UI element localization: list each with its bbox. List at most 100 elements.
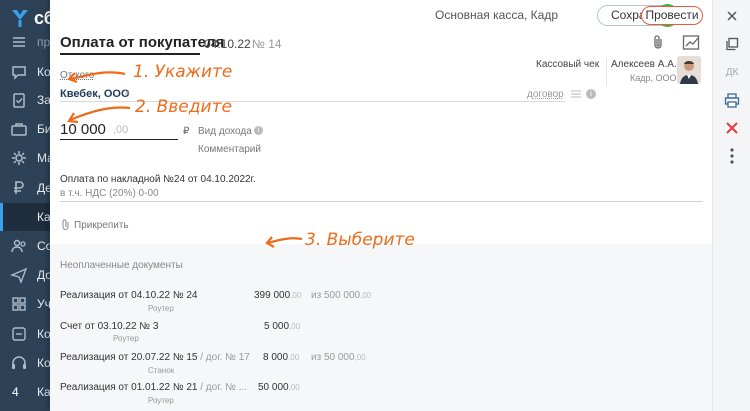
briefcase-icon (11, 123, 27, 136)
document-name[interactable]: Счет от 03.10.22 № 3 (60, 321, 158, 332)
document-total: из 50 000,00 (311, 352, 366, 363)
close-button[interactable] (721, 5, 743, 27)
report-icon[interactable] (682, 33, 700, 51)
sidebar-item-label: Ко (37, 356, 50, 370)
document-item: Роутер (148, 396, 174, 405)
document-sum[interactable]: 5 000,00 (264, 321, 300, 332)
copy-button[interactable] (721, 33, 743, 55)
close-icon (727, 11, 737, 21)
page-title: Оплата от покупателя (60, 34, 225, 51)
contract-link[interactable]: договор (527, 89, 564, 100)
sidebar-item-cash[interactable]: Ка (0, 203, 50, 231)
divider (606, 58, 607, 86)
total-decimals: ,00 (354, 353, 366, 362)
sidebar-item-business[interactable]: Би (0, 115, 50, 143)
gear-icon (12, 151, 26, 165)
attachment-icon[interactable] (651, 34, 665, 50)
sidebar-item-label: Ка (37, 210, 50, 224)
more-button[interactable] (721, 145, 743, 167)
copy-icon (726, 37, 739, 51)
delete-icon (726, 122, 738, 134)
sidebar-item-production[interactable]: Ма (0, 144, 50, 172)
sidebar-item-staff[interactable]: Со (0, 232, 50, 260)
sidebar-item-menu[interactable]: пр (0, 28, 50, 56)
sum-value: 50 000 (258, 382, 289, 393)
document-total: из 500 000,00 (311, 290, 371, 301)
amount-field-line (60, 139, 178, 140)
sidebar-item-counterparties[interactable]: Ко (0, 320, 50, 348)
document-sum[interactable]: 50 000,00 (258, 382, 300, 393)
print-button[interactable] (721, 89, 743, 111)
info-icon[interactable]: i (586, 89, 596, 99)
sidebar-item-extra[interactable]: Ка (0, 378, 50, 406)
sidebar-item-tasks[interactable]: За (0, 86, 50, 114)
responsible-org: Кадр, ООО (630, 73, 677, 83)
paperclip-icon[interactable] (61, 219, 70, 231)
send-icon (10, 267, 28, 284)
document-sum[interactable]: 399 000,00 (254, 290, 301, 301)
annotation-step-3: 3. Выберите (305, 230, 415, 250)
total-decimals: ,00 (360, 291, 372, 300)
list-icon[interactable] (571, 90, 581, 98)
dk-button[interactable]: ДК (721, 61, 743, 83)
receipt-label[interactable]: Кассовый чек (536, 59, 599, 70)
document-name[interactable]: Реализация от 04.10.22 № 24 (60, 290, 197, 301)
contractor-value[interactable]: Квебек, ООО (60, 88, 130, 100)
printer-icon (724, 92, 740, 108)
document-item: Роутер (148, 304, 174, 313)
sidebar-item-label: Уч (37, 297, 50, 311)
post-button[interactable]: Провести (641, 6, 703, 25)
sum-value: 5 000 (264, 321, 290, 332)
document-sum[interactable]: 8 000,00 (263, 352, 299, 363)
chat-icon (12, 66, 26, 80)
sum-decimals: ,00 (289, 322, 301, 331)
sum-decimals: ,00 (288, 383, 300, 392)
clear-contractor-icon[interactable]: × (124, 87, 130, 99)
delete-button[interactable] (721, 117, 743, 139)
document-title: Реализация от 04.10.22 № 24 (60, 290, 198, 301)
sidebar-item-docs[interactable]: До (0, 261, 50, 289)
sidebar-item-money[interactable]: Де (0, 174, 50, 202)
notification-badge: 4 (12, 385, 19, 399)
document-name[interactable]: Реализация от 01.01.22 № 21 / дог. № ... (60, 382, 247, 393)
annotation-arrow-1 (67, 71, 126, 84)
cash-desk-label[interactable]: Основная касса, Кадр (435, 8, 558, 22)
sum-decimals: ,00 (288, 353, 300, 362)
vat-text[interactable]: в т.ч. НДС (20%) 0-00 (60, 188, 159, 199)
responsible-name[interactable]: Алексеев А.А. (611, 59, 677, 70)
income-type-field[interactable]: Вид дохода (198, 126, 252, 137)
sidebar-item-label: Ко (37, 65, 50, 79)
total-value: из 500 000 (311, 290, 361, 301)
sidebar-item-label: Со (37, 239, 50, 253)
document-title: Реализация от 01.01.22 № 21 (60, 382, 198, 393)
document-date[interactable]: 04.10.22 (204, 37, 251, 51)
total-value: из 50 000 (311, 352, 355, 363)
sidebar-item-label: Де (37, 181, 50, 195)
right-toolbar: ДК (712, 0, 750, 411)
annotation-arrow-3 (265, 236, 303, 248)
title-underline (60, 53, 200, 55)
sidebar-item-label: За (37, 93, 50, 107)
sidebar-item-label: Ко (37, 327, 50, 341)
sidebar-item-label: Ма (37, 151, 50, 165)
more-vertical-icon (730, 148, 734, 164)
attach-link[interactable]: Прикрепить (74, 220, 129, 231)
document-number[interactable]: № 14 (252, 37, 282, 51)
sum-value: 399 000 (254, 290, 291, 301)
clipboard-icon (13, 93, 25, 108)
document-contract: / дог. № ... (197, 382, 248, 393)
sidebar-item-contacts[interactable]: Ко (0, 58, 50, 86)
avatar[interactable] (677, 56, 701, 84)
document-contract: / дог. № 17 (197, 352, 250, 363)
headset-icon (12, 356, 26, 369)
app-logo-icon[interactable] (11, 8, 29, 28)
annotation-step-1: 1. Укажите (133, 62, 233, 82)
sidebar-item-accounting[interactable]: Уч (0, 290, 50, 318)
info-icon[interactable]: i (254, 126, 263, 135)
document-name[interactable]: Реализация от 20.07.22 № 15 / дог. № 17 (60, 352, 250, 363)
sidebar-item-support[interactable]: Ко (0, 349, 50, 377)
payment-purpose[interactable]: Оплата по накладной №24 от 04.10.2022г. (60, 174, 256, 185)
document-item: Станок (148, 366, 175, 375)
annotation-step-2: 2. Введите (135, 97, 232, 117)
comment-field[interactable]: Комментарий (198, 144, 261, 155)
